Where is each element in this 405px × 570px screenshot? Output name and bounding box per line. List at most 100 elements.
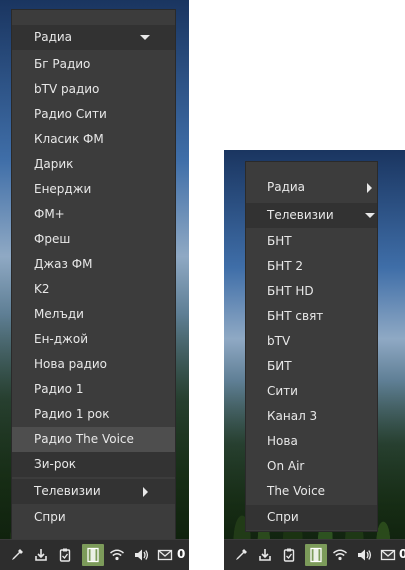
- radio-station-item[interactable]: Джаз ФМ: [12, 252, 175, 277]
- tv-channel-item[interactable]: Сити: [246, 379, 377, 404]
- radio-station-label: Енерджи: [34, 182, 92, 196]
- eyedropper-tray-button[interactable]: [230, 544, 252, 566]
- film-strip-tray-button[interactable]: [305, 544, 327, 566]
- radio-station-item[interactable]: Радио Сити: [12, 102, 175, 127]
- screen-left: Радиа Бг Радио bTV радио Радио Сити Класик …: [0, 0, 189, 570]
- tv-label: Телевизии: [34, 484, 101, 498]
- tv-channel-item[interactable]: БНТ свят: [246, 304, 377, 329]
- chevron-down-icon: [139, 25, 151, 50]
- mail-tray-button[interactable]: [154, 544, 176, 566]
- mail-icon: [157, 549, 173, 561]
- radio-station-item[interactable]: ФМ+: [12, 202, 175, 227]
- mail-count-badge: 0: [177, 547, 186, 561]
- radio-station-item[interactable]: Зи-рок: [12, 452, 175, 477]
- wifi-icon: [110, 549, 124, 561]
- radio-applet-menu: Радиа Телевизии БНТ БНТ 2 БНТ HD БНТ свят bT…: [246, 162, 377, 531]
- radio-station-label: Фреш: [34, 232, 71, 246]
- stop-label: Спри: [34, 510, 66, 524]
- tv-channel-item[interactable]: The Voice: [246, 479, 377, 504]
- radio-label: Радиа: [267, 180, 306, 194]
- clipboard-icon: [59, 548, 71, 562]
- tv-channel-label: БНТ 2: [267, 259, 304, 273]
- tv-channel-label: БНТ свят: [267, 309, 324, 323]
- radio-station-item[interactable]: Нова радио: [12, 352, 175, 377]
- volume-icon: [358, 549, 372, 561]
- radio-station-item[interactable]: K2: [12, 277, 175, 302]
- film-strip-icon: [310, 547, 322, 563]
- tv-channel-label: БНТ: [267, 234, 292, 248]
- tv-channel-item[interactable]: БНТ: [246, 229, 377, 254]
- tv-channel-item[interactable]: БНТ 2: [246, 254, 377, 279]
- radio-station-item[interactable]: Ен-джой: [12, 327, 175, 352]
- bottom-panel: 0: [224, 539, 405, 570]
- tv-channel-item[interactable]: БНТ HD: [246, 279, 377, 304]
- radio-station-label: Радио 1 рок: [34, 407, 110, 421]
- radio-station-item[interactable]: Радио The Voice: [12, 427, 175, 452]
- radio-station-label: ФМ+: [34, 207, 65, 221]
- tv-channel-label: Канал 3: [267, 409, 318, 423]
- tv-channel-item[interactable]: On Air: [246, 454, 377, 479]
- eyedropper-icon: [236, 549, 247, 560]
- volume-tray-button[interactable]: [130, 544, 152, 566]
- clipboard-icon: [283, 548, 295, 562]
- stop-button[interactable]: Спри: [246, 505, 377, 530]
- radio-station-label: Радио Сити: [34, 107, 107, 121]
- tv-channel-label: БНТ HD: [267, 284, 314, 298]
- radio-station-item[interactable]: Бг Радио: [12, 52, 175, 77]
- stop-button[interactable]: Спри: [12, 505, 175, 530]
- radio-submenu-header[interactable]: Радиа: [12, 25, 175, 50]
- tv-channel-label: БИТ: [267, 359, 292, 373]
- bottom-panel: 0: [0, 539, 189, 570]
- wifi-icon: [333, 549, 347, 561]
- radio-station-label: Нова радио: [34, 357, 108, 371]
- volume-tray-button[interactable]: [353, 544, 375, 566]
- download-icon: [35, 549, 47, 561]
- radio-station-item[interactable]: Радио 1: [12, 377, 175, 402]
- clipboard-tray-button[interactable]: [54, 544, 76, 566]
- radio-station-label: K2: [34, 282, 50, 296]
- chevron-right-icon: [364, 175, 376, 200]
- radio-applet-menu: Радиа Бг Радио bTV радио Радио Сити Класик …: [12, 10, 175, 541]
- radio-station-item[interactable]: Дарик: [12, 152, 175, 177]
- tv-channel-item[interactable]: БИТ: [246, 354, 377, 379]
- clipboard-tray-button[interactable]: [278, 544, 300, 566]
- mail-tray-button[interactable]: [377, 544, 399, 566]
- tv-channel-label: Нова: [267, 434, 298, 448]
- radio-station-item[interactable]: Фреш: [12, 227, 175, 252]
- tv-channel-label: On Air: [267, 459, 305, 473]
- eyedropper-tray-button[interactable]: [6, 544, 28, 566]
- volume-icon: [135, 549, 149, 561]
- radio-header-label: Радиа: [34, 30, 73, 44]
- stop-label: Спри: [267, 510, 299, 524]
- tv-submenu-header[interactable]: Телевизии: [246, 203, 377, 228]
- film-strip-tray-button[interactable]: [82, 544, 104, 566]
- radio-station-label: Ен-джой: [34, 332, 89, 346]
- radio-station-label: Бг Радио: [34, 57, 91, 71]
- tv-submenu-item[interactable]: Телевизии: [12, 479, 175, 504]
- radio-station-item[interactable]: Радио 1 рок: [12, 402, 175, 427]
- tv-channel-item[interactable]: Канал 3: [246, 404, 377, 429]
- film-strip-icon: [87, 547, 99, 563]
- mail-icon: [380, 549, 396, 561]
- radio-station-label: Класик ФМ: [34, 132, 104, 146]
- download-tray-button[interactable]: [30, 544, 52, 566]
- radio-station-label: Зи-рок: [34, 457, 77, 471]
- radio-station-label: Дарик: [34, 157, 74, 171]
- download-tray-button[interactable]: [254, 544, 276, 566]
- radio-station-item[interactable]: Класик ФМ: [12, 127, 175, 152]
- tv-channel-label: Сити: [267, 384, 298, 398]
- wifi-tray-button[interactable]: [106, 544, 128, 566]
- chevron-down-icon: [364, 203, 376, 228]
- radio-station-label: Радио 1: [34, 382, 84, 396]
- radio-station-label: bTV радио: [34, 82, 100, 96]
- mail-count-badge: 0: [399, 547, 405, 561]
- radio-station-item[interactable]: Мелъди: [12, 302, 175, 327]
- tv-channel-item[interactable]: bTV: [246, 329, 377, 354]
- wifi-tray-button[interactable]: [329, 544, 351, 566]
- radio-station-item[interactable]: bTV радио: [12, 77, 175, 102]
- radio-station-item[interactable]: Енерджи: [12, 177, 175, 202]
- screen-right: Радиа Телевизии БНТ БНТ 2 БНТ HD БНТ свят bT…: [224, 150, 405, 570]
- tv-channel-item[interactable]: Нова: [246, 429, 377, 454]
- radio-submenu-item[interactable]: Радиа: [246, 175, 377, 200]
- radio-station-label: Мелъди: [34, 307, 84, 321]
